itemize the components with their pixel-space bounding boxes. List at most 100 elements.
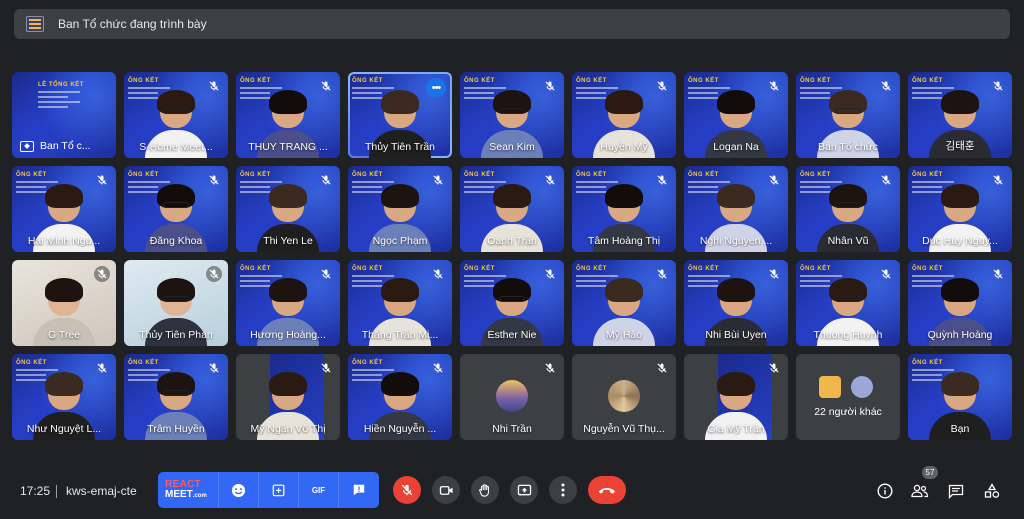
- mic-off-icon: [97, 269, 107, 279]
- chat-button[interactable]: [945, 480, 967, 502]
- gif-button[interactable]: GIF: [298, 472, 338, 508]
- participant-tile[interactable]: G Tree: [12, 260, 116, 346]
- muted-indicator: [206, 172, 222, 188]
- people-button[interactable]: [909, 480, 931, 502]
- participant-tile[interactable]: ÔNG KẾT 김태훈: [908, 72, 1012, 158]
- participant-tile[interactable]: ÔNG KẾT Thắng Trần Mi...: [348, 260, 452, 346]
- participant-tile[interactable]: ÔNG KẾT Ngọc Phạm: [348, 166, 452, 252]
- participant-tile[interactable]: ÔNG KẾT Nhân Vũ: [796, 166, 900, 252]
- slide-heading: ÔNG KẾT: [912, 172, 943, 178]
- slide-heading: ÔNG KẾT: [688, 266, 719, 272]
- participant-tile[interactable]: ÔNG KẾT Ban Tổ chức: [796, 72, 900, 158]
- participant-tile[interactable]: ÔNG KẾT Huyền Mỹ: [572, 72, 676, 158]
- muted-indicator: [990, 172, 1006, 188]
- people-count-badge: 57: [922, 466, 938, 479]
- more-vert-icon: [561, 483, 565, 497]
- slide-thumbnail: LỄ TỔNG KẾT: [38, 82, 98, 108]
- people-icon: [911, 484, 929, 498]
- mic-off-icon: [881, 81, 891, 91]
- participant-tile[interactable]: ÔNG KẾT ••• Thủy Tiên Trần: [348, 72, 452, 158]
- slide-heading: ÔNG KẾT: [576, 172, 607, 178]
- activities-button[interactable]: [981, 480, 1003, 502]
- muted-indicator: [878, 172, 894, 188]
- slide-heading: ÔNG KẾT: [912, 78, 943, 84]
- presenting-badge: Ban Tổ c...: [20, 140, 91, 152]
- participant-tile[interactable]: ÔNG KẾT THUY TRANG ...: [236, 72, 340, 158]
- presentation-banner[interactable]: Ban Tổ chức đang trình bày: [14, 9, 1010, 39]
- muted-indicator: [430, 172, 446, 188]
- participant-tile[interactable]: ÔNG KẾT Esther Nie: [460, 260, 564, 346]
- participant-tile[interactable]: ÔNG KẾT Duc Huy Nguy...: [908, 166, 1012, 252]
- meeting-details-button[interactable]: [874, 480, 896, 502]
- slide-heading: ÔNG KẾT: [464, 172, 495, 178]
- chat-sticker-button[interactable]: [338, 472, 378, 508]
- present-screen-button[interactable]: [510, 476, 538, 504]
- participant-name: Thủy Tiên Phan: [139, 329, 213, 341]
- gif-label: GIF: [311, 485, 326, 495]
- participant-name: Huyền Mỹ: [600, 141, 648, 153]
- leave-call-button[interactable]: [588, 476, 626, 504]
- participant-tile[interactable]: ÔNG KẾT Như Nguyệt L...: [12, 354, 116, 440]
- mic-off-icon: [657, 81, 667, 91]
- mic-off-icon: [993, 269, 1003, 279]
- other-participants-count: 22 người khác: [814, 406, 882, 418]
- slide-heading: ÔNG KẾT: [464, 78, 495, 84]
- participant-tile[interactable]: ÔNG KẾT Nghi Nguyen ...: [684, 166, 788, 252]
- participant-tile[interactable]: ÔNG KẾT Logan Na: [684, 72, 788, 158]
- slide-heading: ÔNG KẾT: [688, 78, 719, 84]
- participant-tile[interactable]: ÔNG KẾT Sean Kim: [460, 72, 564, 158]
- participant-tile[interactable]: ÔNG KẾT Hương Hoàng...: [236, 260, 340, 346]
- slide-heading: ÔNG KẾT: [352, 78, 383, 84]
- raise-hand-button[interactable]: [471, 476, 499, 504]
- participant-tile[interactable]: ÔNG KẾT Hiền Nguyễn ...: [348, 354, 452, 440]
- participant-tile[interactable]: ÔNG KẾT Mỹ Hảo: [572, 260, 676, 346]
- participant-tile[interactable]: Thủy Tiên Phan: [124, 260, 228, 346]
- muted-indicator: [206, 266, 222, 282]
- mic-off-icon: [769, 81, 779, 91]
- participant-tile[interactable]: Nguyễn Vũ Thụ...: [572, 354, 676, 440]
- participant-name: Mỹ Hảo: [605, 329, 643, 341]
- participant-tile[interactable]: Nhi Trần: [460, 354, 564, 440]
- add-sticker-button[interactable]: [258, 472, 298, 508]
- participant-tile[interactable]: ÔNG KẾT Thuong Huynh: [796, 260, 900, 346]
- participant-tile[interactable]: Mỹ Ngân Võ Thị: [236, 354, 340, 440]
- participant-tile[interactable]: ÔNG KẾT Nhi Bùi Uyen: [684, 260, 788, 346]
- participant-tile[interactable]: LỄ TỔNG KẾT Ban Tổ c...: [12, 72, 116, 158]
- muted-indicator: [654, 172, 670, 188]
- mic-off-icon: [97, 363, 107, 373]
- other-participants-tile[interactable]: 22 người khác: [796, 354, 900, 440]
- react-meet-logo: REACT MEET.com: [158, 480, 218, 500]
- muted-indicator: [654, 266, 670, 282]
- participant-tile[interactable]: ÔNG KẾT S-Home Meet...: [124, 72, 228, 158]
- participant-tile[interactable]: ÔNG KẾT Tâm Hoàng Thị: [572, 166, 676, 252]
- react-meet-logo-suffix: .com: [192, 493, 207, 499]
- participant-tile[interactable]: ÔNG KẾT Đăng Khoa: [124, 166, 228, 252]
- mic-off-icon: [433, 363, 443, 373]
- participant-tile[interactable]: ÔNG KẾT Bạn: [908, 354, 1012, 440]
- muted-indicator: [766, 360, 782, 376]
- emoji-reaction-button[interactable]: [218, 472, 258, 508]
- muted-indicator: [206, 78, 222, 94]
- participant-name: Hiền Nguyễn ...: [363, 423, 437, 435]
- slide-heading: ÔNG KẾT: [576, 78, 607, 84]
- microphone-toggle-button[interactable]: [393, 476, 421, 504]
- participant-tile[interactable]: ÔNG KẾT Hai Minh Ngu...: [12, 166, 116, 252]
- slide-heading: ÔNG KẾT: [240, 172, 271, 178]
- muted-indicator: [318, 78, 334, 94]
- muted-indicator: [542, 78, 558, 94]
- mic-off-icon: [209, 81, 219, 91]
- participant-tile[interactable]: ÔNG KẾT Thi Yen Le: [236, 166, 340, 252]
- mic-off-icon: [209, 175, 219, 185]
- meet-window: Ban Tổ chức đang trình bày LỄ TỔNG KẾT Ba…: [0, 0, 1024, 519]
- participant-tile[interactable]: ÔNG KẾT Trâm Huyền: [124, 354, 228, 440]
- participant-tile[interactable]: ÔNG KẾT Quỳnh Hoàng: [908, 260, 1012, 346]
- participant-name: Nghi Nguyen ...: [699, 235, 773, 247]
- tile-more-options-button[interactable]: •••: [426, 78, 446, 98]
- more-options-button[interactable]: [549, 476, 577, 504]
- camera-toggle-button[interactable]: [432, 476, 460, 504]
- participant-tile[interactable]: ÔNG KẾT Oanh Trần: [460, 166, 564, 252]
- muted-indicator: [206, 360, 222, 376]
- participant-tile[interactable]: Gia Mỹ Trần: [684, 354, 788, 440]
- mic-off-icon: [881, 269, 891, 279]
- participant-name: Như Nguyệt L...: [26, 423, 102, 435]
